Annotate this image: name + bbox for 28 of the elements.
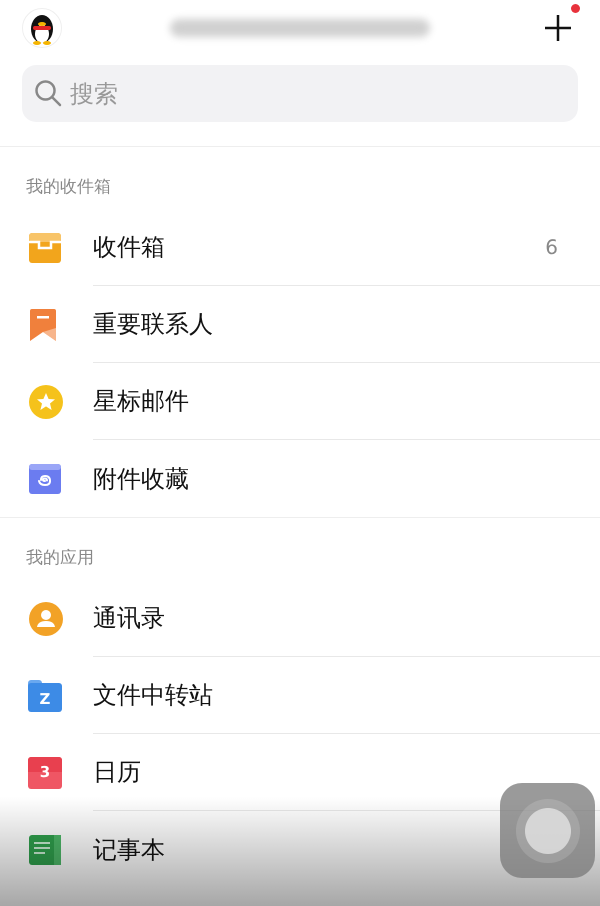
person-icon xyxy=(28,600,64,636)
item-label: 文件中转站 xyxy=(93,680,214,711)
menu-item[interactable]: Z 文件中转站 xyxy=(0,657,600,734)
folder-icon: Z xyxy=(28,680,62,712)
search-field[interactable]: 搜索 xyxy=(22,65,578,122)
item-label: 星标邮件 xyxy=(93,386,190,417)
calendar-icon: 3 xyxy=(28,756,62,788)
avatar[interactable] xyxy=(22,8,62,48)
item-count: 6 xyxy=(545,234,558,261)
bookmark-icon xyxy=(28,308,58,342)
section-title: 我的应用 xyxy=(25,547,95,570)
item-label: 通讯录 xyxy=(93,603,166,634)
menu-item[interactable]: 附件收藏 xyxy=(0,440,600,517)
menu-item[interactable]: 通讯录 xyxy=(0,580,600,657)
item-label: 记事本 xyxy=(93,834,166,866)
plus-icon xyxy=(544,14,572,42)
assistive-touch-button[interactable] xyxy=(500,783,595,878)
menu-item[interactable]: 重要联系人 xyxy=(0,286,600,363)
item-label: 日历 xyxy=(93,757,142,788)
menu-item[interactable]: 星标邮件 xyxy=(0,363,600,440)
menu-item[interactable]: 收件箱 6 xyxy=(0,209,600,286)
search-icon xyxy=(34,79,62,107)
item-label: 收件箱 xyxy=(93,232,166,263)
item-label: 附件收藏 xyxy=(93,464,190,494)
note-icon xyxy=(28,834,62,866)
item-label: 重要联系人 xyxy=(93,309,214,340)
section-title: 我的收件箱 xyxy=(25,176,112,199)
tray-icon xyxy=(28,232,62,264)
